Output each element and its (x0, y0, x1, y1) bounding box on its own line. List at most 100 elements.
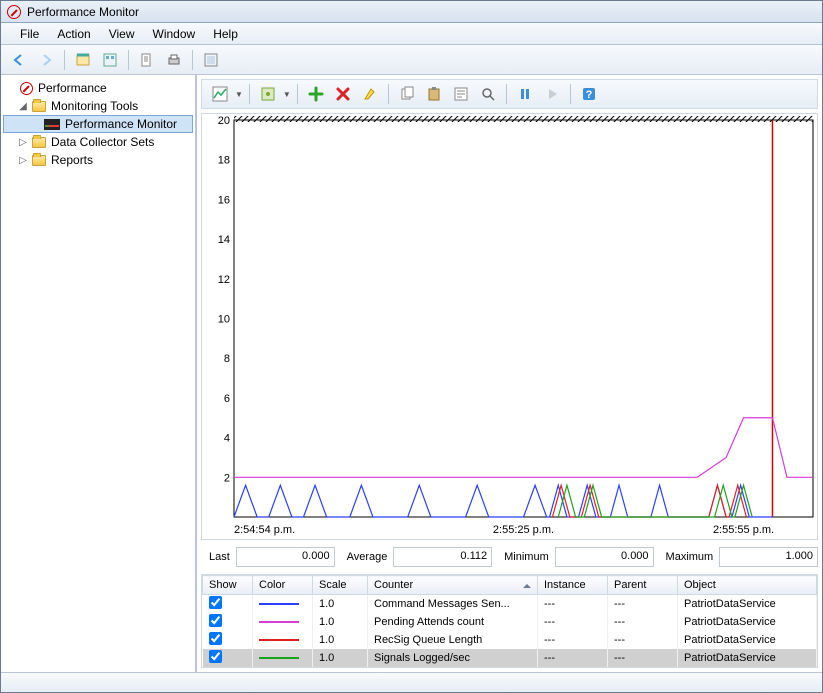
col-scale[interactable]: Scale (313, 576, 368, 595)
counter-table[interactable]: Show Color Scale Counter Instance Parent… (201, 574, 818, 668)
menu-action[interactable]: Action (48, 24, 99, 44)
menubar: File Action View Window Help (1, 23, 822, 45)
content-pane: ▼ ▼ ? 24681012141618202:54 (197, 75, 822, 672)
instance-cell: --- (538, 613, 608, 631)
maximum-value: 1.000 (719, 547, 818, 567)
table-row[interactable]: 1.0Pending Attends count------PatriotDat… (203, 613, 817, 631)
scale-cell: 1.0 (313, 649, 368, 667)
col-parent[interactable]: Parent (608, 576, 678, 595)
show-cell[interactable] (203, 613, 253, 631)
menu-window[interactable]: Window (144, 24, 205, 44)
show-cell[interactable] (203, 595, 253, 614)
col-counter[interactable]: Counter (368, 576, 538, 595)
instance-cell: --- (538, 631, 608, 649)
tree-data-collector-sets[interactable]: ▷ Data Collector Sets (3, 133, 193, 151)
tree-twisty-closed-icon[interactable]: ▷ (17, 137, 29, 148)
refresh-button[interactable] (199, 48, 223, 72)
col-color[interactable]: Color (253, 576, 313, 595)
tree-label: Data Collector Sets (49, 135, 156, 149)
svg-text:2:54:54 p.m.: 2:54:54 p.m. (234, 524, 295, 536)
view-log-button[interactable] (256, 82, 280, 106)
add-counter-button[interactable] (304, 82, 328, 106)
svg-text:10: 10 (218, 314, 230, 326)
paste-button[interactable] (422, 82, 446, 106)
zoom-button[interactable] (476, 82, 500, 106)
show-checkbox[interactable] (209, 632, 222, 645)
svg-text:14: 14 (218, 234, 230, 246)
update-button (540, 82, 564, 106)
svg-text:18: 18 (218, 155, 230, 167)
last-label: Last (201, 551, 232, 563)
show-checkbox[interactable] (209, 614, 222, 627)
color-cell (253, 631, 313, 649)
tree-label: Performance (36, 81, 109, 95)
show-checkbox[interactable] (209, 596, 222, 609)
svg-text:2:55:25 p.m.: 2:55:25 p.m. (493, 524, 554, 536)
table-row[interactable]: 1.0RecSig Queue Length------PatriotDataS… (203, 631, 817, 649)
perfmon-icon (44, 119, 60, 130)
instance-cell: --- (538, 649, 608, 667)
window-title: Performance Monitor (27, 5, 139, 19)
main-toolbar (1, 45, 822, 75)
app-icon (7, 5, 21, 19)
color-cell (253, 613, 313, 631)
tree-monitoring-tools[interactable]: ◢ Monitoring Tools (3, 97, 193, 115)
performance-chart[interactable]: 24681012141618202:54:54 p.m.2:55:25 p.m.… (202, 114, 817, 539)
counter-cell: Pending Attends count (368, 613, 538, 631)
view-chart-button[interactable] (208, 82, 232, 106)
tree-twisty-open-icon[interactable]: ◢ (17, 101, 29, 112)
properties-chart-button[interactable] (449, 82, 473, 106)
maximum-label: Maximum (658, 551, 716, 563)
svg-text:2:55:55 p.m.: 2:55:55 p.m. (713, 524, 774, 536)
menu-help[interactable]: Help (204, 24, 247, 44)
export-button[interactable] (135, 48, 159, 72)
table-row[interactable]: 1.0Command Messages Sen...------PatriotD… (203, 595, 817, 614)
show-cell[interactable] (203, 631, 253, 649)
menu-file[interactable]: File (11, 24, 48, 44)
properties-button[interactable] (98, 48, 122, 72)
show-cell[interactable] (203, 649, 253, 667)
back-button[interactable] (7, 48, 31, 72)
parent-cell: --- (608, 613, 678, 631)
object-cell: PatriotDataService (678, 649, 817, 667)
highlight-button[interactable] (358, 82, 382, 106)
chart-area[interactable]: 24681012141618202:54:54 p.m.2:55:25 p.m.… (201, 113, 818, 540)
navigation-tree[interactable]: Performance ◢ Monitoring Tools Performan… (1, 75, 197, 672)
object-cell: PatriotDataService (678, 631, 817, 649)
folder-icon (32, 101, 46, 112)
show-checkbox[interactable] (209, 650, 222, 663)
counter-cell: Signals Logged/sec (368, 649, 538, 667)
tree-root-performance[interactable]: Performance (3, 79, 193, 97)
scale-cell: 1.0 (313, 631, 368, 649)
help-button[interactable]: ? (577, 82, 601, 106)
folder-icon (32, 155, 46, 166)
minimum-label: Minimum (496, 551, 551, 563)
minimum-value: 0.000 (555, 547, 654, 567)
color-cell (253, 649, 313, 667)
menu-view[interactable]: View (100, 24, 144, 44)
parent-cell: --- (608, 595, 678, 614)
titlebar[interactable]: Performance Monitor (1, 1, 822, 23)
forward-button (34, 48, 58, 72)
print-button[interactable] (162, 48, 186, 72)
tree-label: Monitoring Tools (49, 99, 140, 113)
delete-counter-button[interactable] (331, 82, 355, 106)
svg-text:2: 2 (224, 472, 230, 484)
col-object[interactable]: Object (678, 576, 817, 595)
svg-text:12: 12 (218, 274, 230, 286)
freeze-button[interactable] (513, 82, 537, 106)
tree-performance-monitor[interactable]: Performance Monitor (3, 115, 193, 133)
col-show[interactable]: Show (203, 576, 253, 595)
show-hide-tree-button[interactable] (71, 48, 95, 72)
svg-text:?: ? (585, 89, 592, 101)
tree-reports[interactable]: ▷ Reports (3, 151, 193, 169)
copy-button[interactable] (395, 82, 419, 106)
table-row[interactable]: 1.0Signals Logged/sec------PatriotDataSe… (203, 649, 817, 667)
object-cell: PatriotDataService (678, 595, 817, 614)
last-value: 0.000 (236, 547, 335, 567)
object-cell: PatriotDataService (678, 613, 817, 631)
tree-twisty-closed-icon[interactable]: ▷ (17, 155, 29, 166)
parent-cell: --- (608, 649, 678, 667)
instance-cell: --- (538, 595, 608, 614)
col-instance[interactable]: Instance (538, 576, 608, 595)
